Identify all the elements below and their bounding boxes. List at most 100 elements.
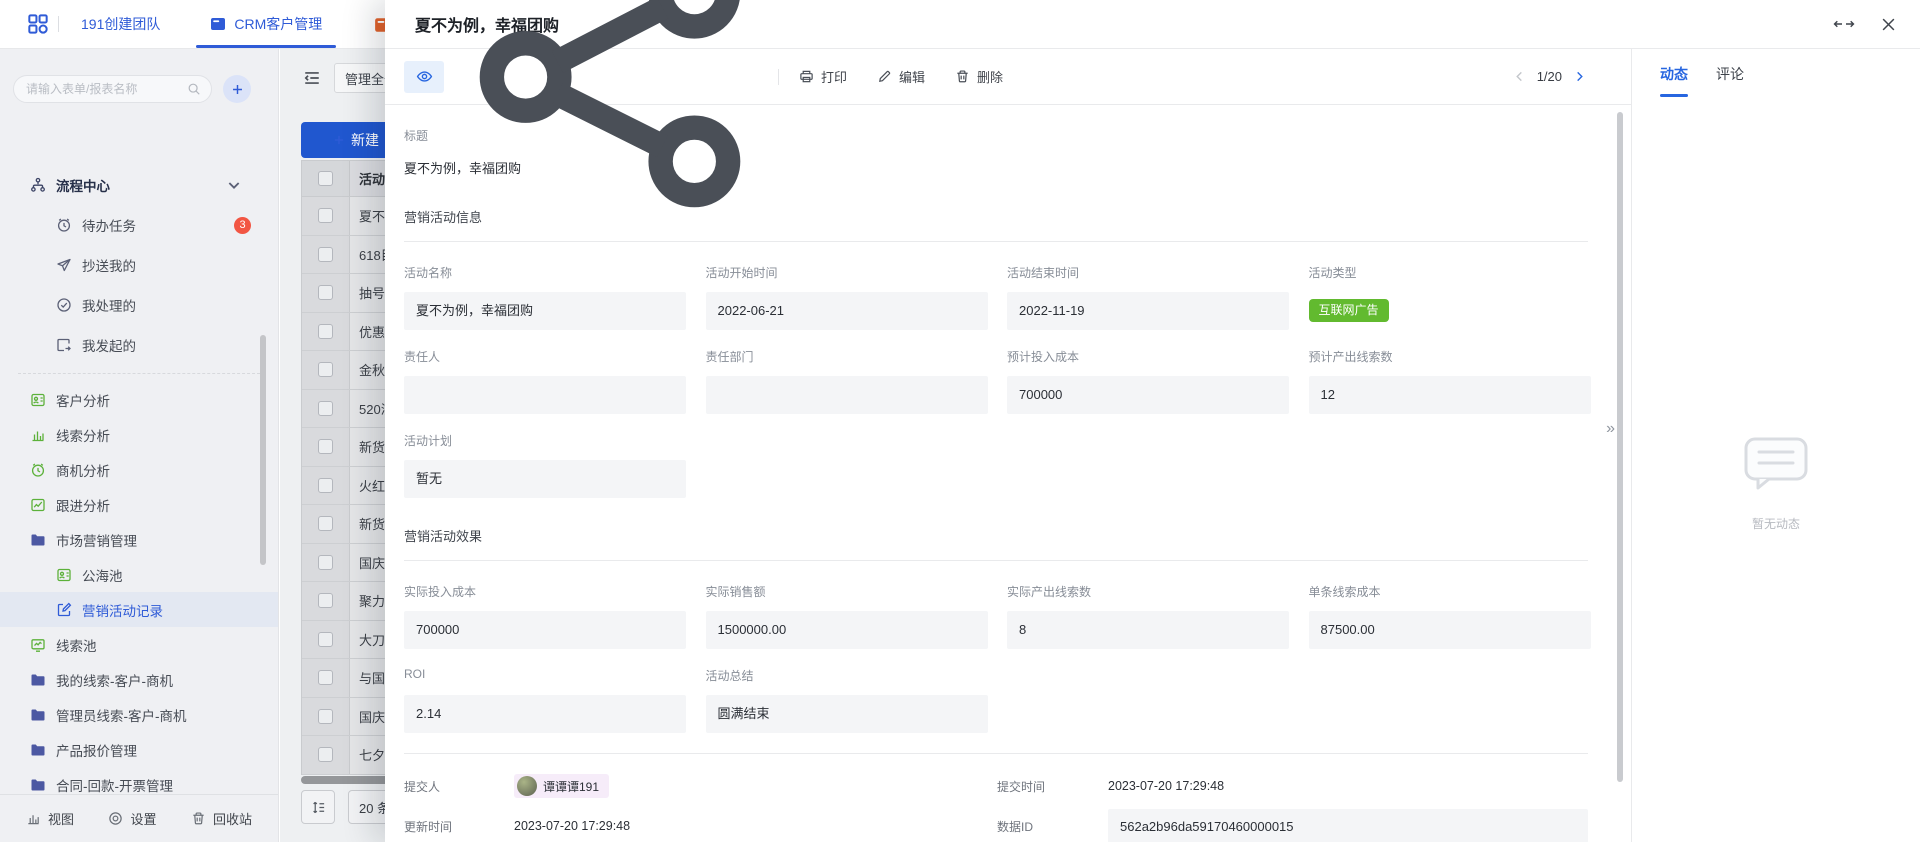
folder-icon [30,532,46,548]
update-time-label: 更新时间 [404,806,514,842]
row-checkbox[interactable] [318,208,333,223]
sidebar-footer-views[interactable]: 视图 [26,809,74,828]
plus-icon [231,83,244,96]
trash-icon [955,69,970,84]
sidebar-item-label: 我的线索-客户-商机 [56,670,173,690]
row-checkbox[interactable] [318,632,333,647]
sidebar-item-admin-leads[interactable]: 管理员线索-客户-商机 [0,697,278,732]
sidebar-item-initiated-by-me[interactable]: 我发起的 [0,325,278,365]
section-title: 营销活动信息 [404,207,1588,242]
field-label: ROI [404,667,686,682]
row-checkbox[interactable] [318,670,333,685]
sidebar-footer-recycle-bin[interactable]: 回收站 [191,809,252,828]
folder-icon [30,707,46,723]
printer-icon [799,69,814,84]
print-button[interactable]: 打印 [799,67,847,86]
sidebar-item-handled-by-me[interactable]: 我处理的 [0,285,278,325]
sidebar-item-lead-pool[interactable]: 线索池 [0,627,278,662]
chevron-right-icon[interactable] [1574,71,1585,82]
doc-send-icon [56,337,72,353]
empty-state-text: 暂无动态 [1752,515,1800,532]
field-value: 2022-06-21 [706,292,988,330]
field-label: 实际销售额 [706,583,988,598]
row-checkbox[interactable] [318,709,333,724]
tab-crm-label: CRM客户管理 [234,14,322,34]
field-label: 预计投入成本 [1007,348,1289,363]
submitter-chip[interactable]: 谭谭谭191 [514,774,609,798]
row-checkbox[interactable] [318,285,333,300]
sidebar-item-my-leads[interactable]: 我的线索-客户-商机 [0,662,278,697]
bar-chart-icon [30,427,46,443]
sidebar-item-marketing-management[interactable]: 市场营销管理 [0,522,278,557]
row-height-button[interactable] [301,790,335,824]
sidebar-item-followup-analysis[interactable]: 跟进分析 [0,487,278,522]
topbar-divider [58,16,59,32]
expand-horizontal-icon[interactable] [1833,17,1855,31]
tab-team[interactable]: 191创建团队 [71,0,170,48]
tab-comments[interactable]: 评论 [1716,64,1744,97]
form-field: 预计产出线索数12 [1309,348,1591,414]
field-label: 活动类型 [1309,264,1591,279]
search-input[interactable] [26,82,187,96]
sidebar-item-contract-management[interactable]: 合同-回款-开票管理 [0,767,278,794]
sidebar-search [13,75,212,103]
window-icon [210,16,226,32]
sidebar-item-customer-analysis[interactable]: 客户分析 [0,382,278,417]
collapse-activity-handle[interactable]: » [1606,421,1615,437]
sidebar-item-opportunity-analysis[interactable]: 商机分析 [0,452,278,487]
id-card-icon [30,392,46,408]
sidebar-item-cc-to-me[interactable]: 抄送我的 [0,245,278,285]
sidebar-item-lead-analysis[interactable]: 线索分析 [0,417,278,452]
meta-grid: 提交人 谭谭谭191 提交时间 2023-07-20 17:29:48 更新时间… [404,766,1588,842]
field-value: 700000 [404,611,686,649]
sidebar-item-process-center[interactable]: 流程中心 [0,165,278,205]
close-icon[interactable] [1881,17,1896,32]
field-value: 暂无 [404,460,686,498]
bar-chart-icon [26,811,41,826]
apps-grid-icon[interactable] [28,14,48,34]
row-checkbox[interactable] [318,478,333,493]
sidebar-item-todo-tasks[interactable]: 待办任务3 [0,205,278,245]
row-checkbox[interactable] [318,516,333,531]
row-checkbox[interactable] [318,247,333,262]
edit-button[interactable]: 编辑 [877,67,925,86]
sidebar-footer-settings[interactable]: 设置 [108,809,156,828]
gear-icon [108,811,123,826]
row-checkbox[interactable] [318,401,333,416]
sidebar-item-product-quotation[interactable]: 产品报价管理 [0,732,278,767]
row-checkbox[interactable] [318,555,333,570]
tab-team-label: 191创建团队 [81,14,160,34]
row-checkbox[interactable] [318,439,333,454]
row-checkbox[interactable] [318,362,333,377]
row-checkbox[interactable] [318,593,333,608]
form-field: ROI2.14 [404,667,686,733]
field-row: 责任人责任部门预计投入成本700000预计产出线索数12 [404,348,1588,414]
id-card-icon [56,567,72,583]
field-label: 实际产出线索数 [1007,583,1289,598]
view-mode-button[interactable] [404,61,444,93]
field-value: 1500000.00 [706,611,988,649]
delete-button[interactable]: 删除 [955,67,1003,86]
sidebar-scrollbar[interactable] [260,335,266,565]
sidebar-item-marketing-activity-records[interactable]: 营销活动记录 [0,592,278,627]
select-all-checkbox[interactable] [318,171,333,186]
chevron-left-icon[interactable] [1514,71,1525,82]
todo-count-badge: 3 [234,217,251,234]
field-value: 8 [1007,611,1289,649]
add-form-button[interactable] [223,75,251,103]
form-field: 活动结束时间2022-11-19 [1007,264,1289,330]
field-value: 12 [1309,376,1591,414]
row-checkbox[interactable] [318,324,333,339]
field-value: 互联网广告 [1309,292,1591,322]
row-checkbox[interactable] [318,747,333,762]
collapse-panel-icon[interactable] [303,69,321,87]
tab-crm-app[interactable]: CRM客户管理 [196,0,336,48]
detail-scrollbar[interactable] [1617,112,1623,782]
meta-divider [404,753,1588,754]
send-icon [56,257,72,273]
sidebar-divider [18,373,260,374]
form-field: 实际投入成本700000 [404,583,686,649]
tab-activity-feed[interactable]: 动态 [1660,64,1688,97]
submit-time-value: 2023-07-20 17:29:48 [1108,766,1588,806]
sidebar-item-public-pool[interactable]: 公海池 [0,557,278,592]
